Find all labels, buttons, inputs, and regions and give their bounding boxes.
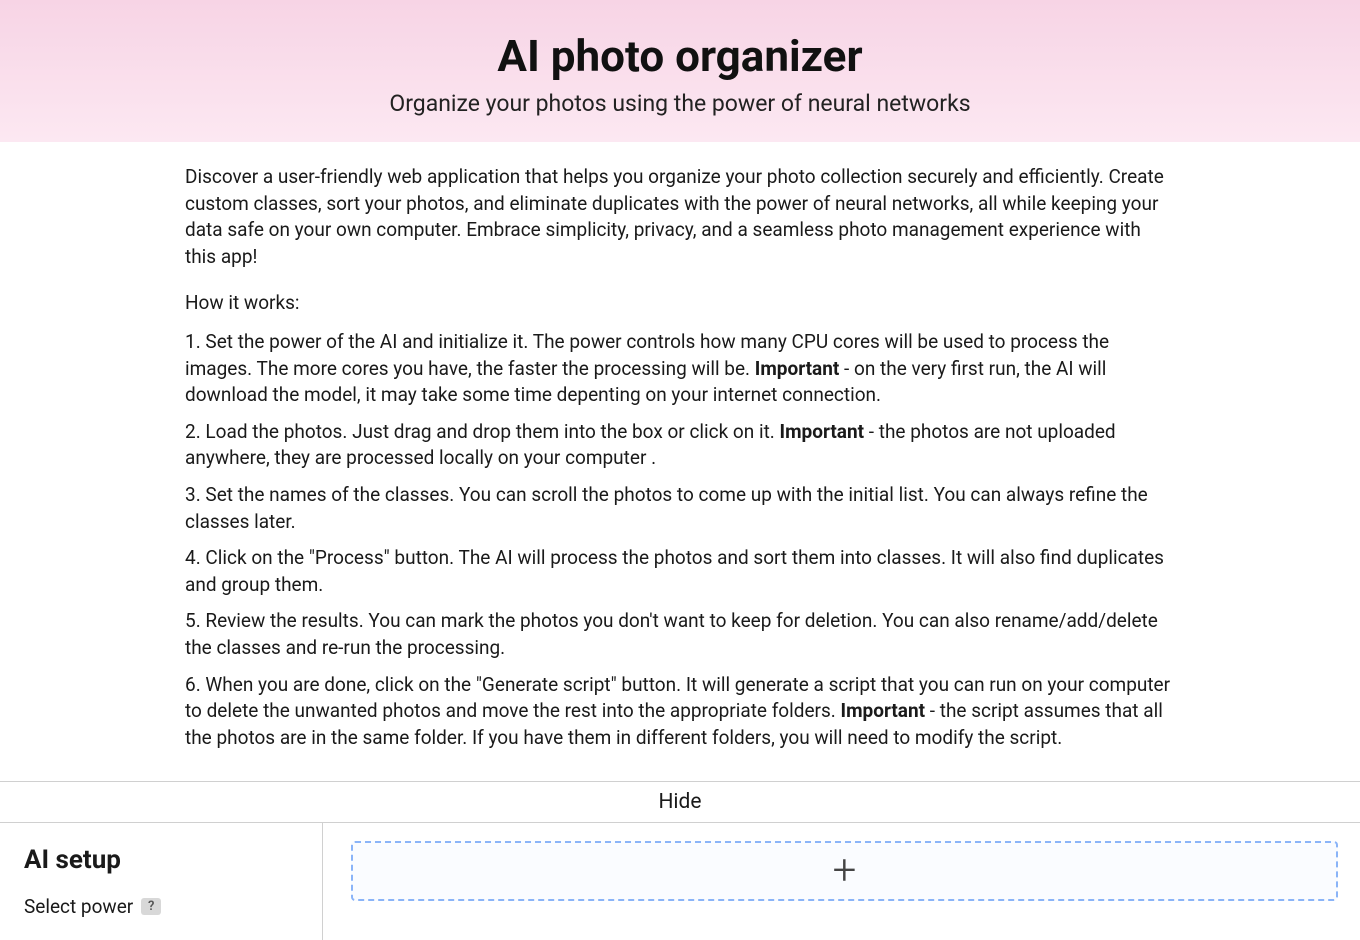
step-text-pre: Load the photos. Just drag and drop them… (205, 420, 779, 443)
hide-toggle-bar[interactable]: Hide (0, 781, 1360, 823)
how-it-works-heading: How it works: (185, 290, 1175, 317)
ai-setup-sidebar: AI setup Select power ? (0, 823, 323, 940)
important-label: Important (780, 420, 865, 443)
page-title: AI photo organizer (20, 30, 1340, 82)
step-text-pre: Review the results. You can mark the pho… (185, 609, 1158, 659)
step-item: Click on the "Process" button. The AI wi… (185, 545, 1175, 598)
lower-section: AI setup Select power ? + (0, 823, 1360, 940)
select-power-label: Select power (24, 895, 133, 918)
important-label: Important (841, 699, 926, 722)
drop-area-container: + (323, 823, 1360, 940)
step-item: Set the names of the classes. You can sc… (185, 482, 1175, 535)
main-content: Discover a user-friendly web application… (0, 142, 1360, 781)
step-item: Set the power of the AI and initialize i… (185, 329, 1175, 409)
select-power-row: Select power ? (24, 895, 298, 918)
page-subtitle: Organize your photos using the power of … (20, 90, 1340, 117)
step-text-pre: Set the names of the classes. You can sc… (185, 483, 1148, 533)
step-item: Load the photos. Just drag and drop them… (185, 419, 1175, 472)
sidebar-title: AI setup (24, 845, 298, 875)
hero-banner: AI photo organizer Organize your photos … (0, 0, 1360, 142)
step-item: Review the results. You can mark the pho… (185, 608, 1175, 661)
intro-paragraph: Discover a user-friendly web application… (185, 164, 1175, 270)
plus-icon: + (833, 850, 857, 892)
photo-drop-zone[interactable]: + (351, 841, 1338, 901)
help-icon[interactable]: ? (141, 898, 161, 915)
step-item: When you are done, click on the "Generat… (185, 672, 1175, 752)
step-text-pre: Click on the "Process" button. The AI wi… (185, 546, 1164, 596)
steps-list: Set the power of the AI and initialize i… (185, 329, 1175, 751)
important-label: Important (755, 357, 840, 380)
hide-label: Hide (658, 790, 701, 814)
